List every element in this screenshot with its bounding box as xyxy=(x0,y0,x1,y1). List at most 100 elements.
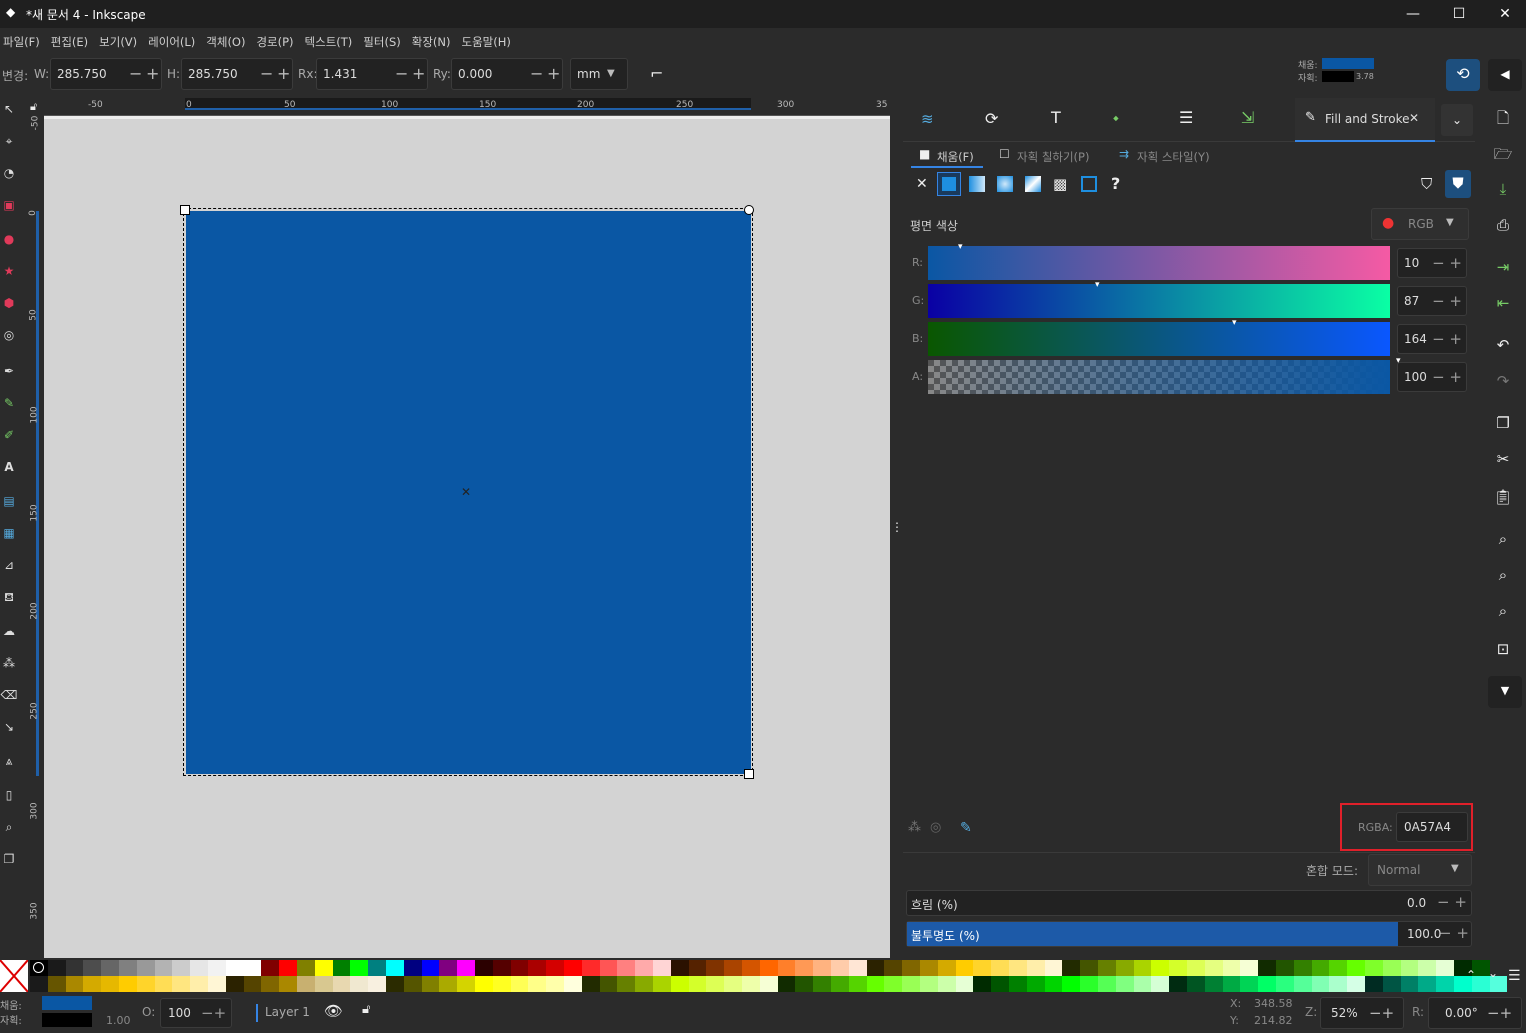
b-channel-input[interactable]: 164− + xyxy=(1397,324,1467,354)
zoom-tool-icon[interactable]: ⌕ xyxy=(0,820,18,842)
palette-swatch[interactable] xyxy=(208,960,226,976)
palette-swatches[interactable] xyxy=(30,960,1508,992)
palette-swatch[interactable] xyxy=(119,960,137,976)
palette-swatch[interactable] xyxy=(1347,960,1365,976)
palette-swatch[interactable] xyxy=(1418,960,1437,976)
selector-tool-icon[interactable]: ↖ xyxy=(0,102,18,124)
palette-swatch[interactable] xyxy=(1436,976,1454,992)
palette-swatch[interactable] xyxy=(902,960,920,976)
copy-icon[interactable]: ❐ xyxy=(1490,414,1516,438)
snap-toggle-icon[interactable]: ⟲ xyxy=(1446,59,1480,91)
palette-scroll-up-icon[interactable]: ⌃ xyxy=(1466,968,1476,982)
pages-tool-icon[interactable]: ▯ xyxy=(0,788,18,810)
zoom-fit-icon[interactable]: ⊡ xyxy=(1490,640,1516,664)
blur-stepper[interactable]: − + xyxy=(1437,893,1467,911)
stroke-swatch[interactable] xyxy=(1322,71,1354,82)
fill-rule-evenodd-icon[interactable]: ⛉ xyxy=(1421,175,1432,193)
calligraphy-tool-icon[interactable]: ✐ xyxy=(0,428,18,450)
status-fill-swatch[interactable] xyxy=(42,996,92,1010)
palette-swatch[interactable] xyxy=(403,960,422,976)
palette-swatch[interactable] xyxy=(119,976,137,992)
circle-tool-icon[interactable]: ● xyxy=(0,232,18,254)
palette-swatch[interactable] xyxy=(1240,976,1259,992)
palette-swatch[interactable] xyxy=(225,976,244,992)
color-picker-icon[interactable]: ✎ xyxy=(960,820,972,836)
slider-marker-icon[interactable]: ▾ xyxy=(1095,280,1100,290)
palette-swatch[interactable] xyxy=(1009,960,1027,976)
palette-swatch[interactable] xyxy=(688,960,707,976)
palette-swatch[interactable] xyxy=(848,960,867,976)
mesh-gradient-icon[interactable] xyxy=(1025,176,1041,192)
palette-swatch[interactable] xyxy=(884,960,903,976)
opacity-slider[interactable]: 불투명도 (%) 100.0 − + xyxy=(906,921,1472,947)
palette-swatch[interactable] xyxy=(564,976,582,992)
palette-swatch[interactable] xyxy=(172,976,191,992)
palette-swatch[interactable] xyxy=(866,976,885,992)
palette-swatch[interactable] xyxy=(1329,960,1348,976)
palette-swatch[interactable] xyxy=(902,976,920,992)
blur-slider[interactable]: 흐림 (%) 0.0 − + xyxy=(906,890,1472,916)
palette-swatch[interactable] xyxy=(920,976,938,992)
xml-editor-tab-icon[interactable]: ⬩ xyxy=(1113,108,1119,128)
print-icon[interactable]: ⎙ xyxy=(1490,216,1516,240)
palette-swatch[interactable] xyxy=(190,976,208,992)
current-layer[interactable]: Layer 1 xyxy=(265,1005,310,1019)
palette-swatch[interactable] xyxy=(386,960,404,976)
palette-swatch[interactable] xyxy=(1080,976,1098,992)
slider-marker-icon[interactable]: ▾ xyxy=(1232,318,1237,328)
tab-fill[interactable]: ■ 채움(F) xyxy=(911,144,983,168)
minimize-button[interactable]: — xyxy=(1390,0,1436,28)
flat-color-button[interactable] xyxy=(937,172,961,196)
menu-layer[interactable]: 레이어(L) xyxy=(145,28,203,56)
spray-tool-icon[interactable]: ⁂ xyxy=(0,656,18,678)
zoom-selection-icon[interactable]: ⌕ xyxy=(1490,530,1516,554)
palette-swatch[interactable] xyxy=(510,960,529,976)
palette-swatch[interactable] xyxy=(172,960,191,976)
palette-swatch[interactable] xyxy=(297,976,315,992)
palette-swatch[interactable] xyxy=(314,960,333,976)
menu-file[interactable]: 파일(F) xyxy=(0,28,48,56)
palette-swatch[interactable] xyxy=(1418,976,1437,992)
width-input[interactable]: 285.750− + xyxy=(50,58,162,90)
dropper-tool-icon[interactable]: ⊿ xyxy=(0,558,18,580)
palette-swatch[interactable] xyxy=(1258,976,1276,992)
palette-swatch[interactable] xyxy=(332,960,351,976)
palette-swatch[interactable] xyxy=(1240,960,1259,976)
palette-swatch[interactable] xyxy=(813,960,831,976)
palette-swatch[interactable] xyxy=(83,976,102,992)
palette-swatch[interactable] xyxy=(759,976,778,992)
zoom-input[interactable]: 52% −+ xyxy=(1320,997,1404,1029)
palette-swatch[interactable] xyxy=(546,960,564,976)
palette-swatch[interactable] xyxy=(190,960,208,976)
palette-swatch[interactable] xyxy=(920,960,938,976)
palette-swatch[interactable] xyxy=(546,976,564,992)
palette-swatch[interactable] xyxy=(475,960,493,976)
pen-tool-icon[interactable]: ✒ xyxy=(0,364,18,386)
palette-swatch[interactable] xyxy=(866,960,885,976)
height-input[interactable]: 285.750− + xyxy=(181,58,293,90)
menu-view[interactable]: 보기(V) xyxy=(96,28,145,56)
opacity-stepper[interactable]: − + xyxy=(1439,924,1469,942)
palette-swatch[interactable] xyxy=(457,960,475,976)
slider-marker-icon[interactable]: ▾ xyxy=(958,242,963,252)
palette-swatch[interactable] xyxy=(1222,960,1241,976)
palette-swatch[interactable] xyxy=(884,976,903,992)
rgba-input[interactable]: 0A57A4 xyxy=(1396,812,1468,842)
palette-swatch[interactable] xyxy=(1026,976,1045,992)
palette-swatch[interactable] xyxy=(1133,976,1152,992)
menu-help[interactable]: 도움말(H) xyxy=(458,28,518,56)
palette-swatch[interactable] xyxy=(332,976,351,992)
palette-swatch[interactable] xyxy=(1062,976,1081,992)
palette-swatch[interactable] xyxy=(30,976,48,992)
palette-swatch[interactable] xyxy=(368,976,386,992)
palette-swatch[interactable] xyxy=(1204,976,1223,992)
palette-swatch[interactable] xyxy=(1044,976,1063,992)
layer-lock-icon[interactable]: 🔓︎ xyxy=(362,1002,370,1017)
color-mode-select[interactable]: ● RGB ▼ xyxy=(1371,208,1469,240)
palette-swatch[interactable] xyxy=(279,976,297,992)
palette-swatch[interactable] xyxy=(724,976,742,992)
menu-extensions[interactable]: 확장(N) xyxy=(409,28,459,56)
palette-swatch[interactable] xyxy=(937,976,956,992)
palette-swatch[interactable] xyxy=(492,976,511,992)
menu-object[interactable]: 객체(O) xyxy=(203,28,253,56)
